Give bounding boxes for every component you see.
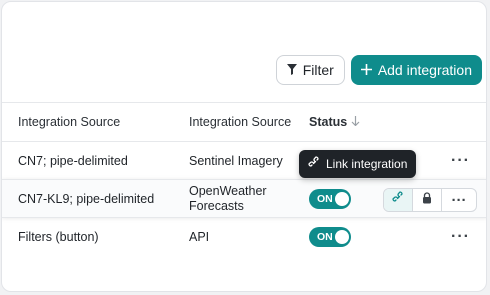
toggle-label: ON <box>317 230 333 243</box>
sort-down-icon <box>351 115 360 129</box>
link-icon <box>308 156 321 172</box>
row-source-line2: Forecasts <box>189 198 244 213</box>
row-source: API <box>189 229 210 244</box>
filter-button[interactable]: Filter <box>275 55 345 85</box>
row-source: Sentinel Imagery <box>189 153 283 168</box>
link-integration-tooltip: Link integration <box>299 150 417 178</box>
row-source-line1: OpenWeather <box>189 183 267 198</box>
add-integration-label: Add integration <box>377 62 472 78</box>
link-icon <box>391 191 405 209</box>
filter-icon <box>286 62 297 78</box>
more-icon[interactable]: ··· <box>451 218 470 255</box>
column-header-integration-source-2[interactable]: Integration Source <box>189 103 304 141</box>
link-integration-button[interactable] <box>384 189 413 211</box>
column-header-status[interactable]: Status <box>309 103 389 141</box>
add-integration-button[interactable]: Add integration <box>350 55 482 85</box>
integrations-table: Integration Source Integration Source St… <box>2 102 486 255</box>
toggle-knob <box>335 191 349 206</box>
row-source: OpenWeather Forecasts <box>189 180 304 217</box>
row-name: Filters (button) <box>18 229 99 244</box>
toggle-label: ON <box>317 192 333 205</box>
integrations-card: Filter Add integration Integration Sourc… <box>1 1 487 292</box>
lock-button[interactable] <box>413 189 442 211</box>
lock-icon <box>422 191 432 209</box>
plus-icon <box>360 62 372 78</box>
more-icon[interactable]: ··· <box>451 142 470 179</box>
filter-label: Filter <box>302 62 334 78</box>
table-row: CN7-KL9; pipe-delimited OpenWeather Fore… <box>2 179 486 217</box>
row-name: CN7-KL9; pipe-delimited <box>18 191 155 206</box>
status-toggle[interactable]: ON <box>309 188 351 209</box>
row-action-group: ··· <box>383 188 477 212</box>
table-row: Filters (button) API ON ··· <box>2 217 486 255</box>
toggle-knob <box>335 229 349 244</box>
toolbar: Filter Add integration <box>275 55 482 85</box>
more-icon[interactable]: ··· <box>442 189 476 211</box>
row-name: CN7; pipe-delimited <box>18 153 128 168</box>
tooltip-label: Link integration <box>326 157 408 171</box>
status-toggle[interactable]: ON <box>309 226 351 247</box>
status-header-label: Status <box>309 115 348 129</box>
row-status: ON <box>309 218 389 255</box>
column-header-integration-source[interactable]: Integration Source <box>18 103 183 141</box>
row-status: ON <box>309 180 389 217</box>
table-header: Integration Source Integration Source St… <box>2 102 486 141</box>
